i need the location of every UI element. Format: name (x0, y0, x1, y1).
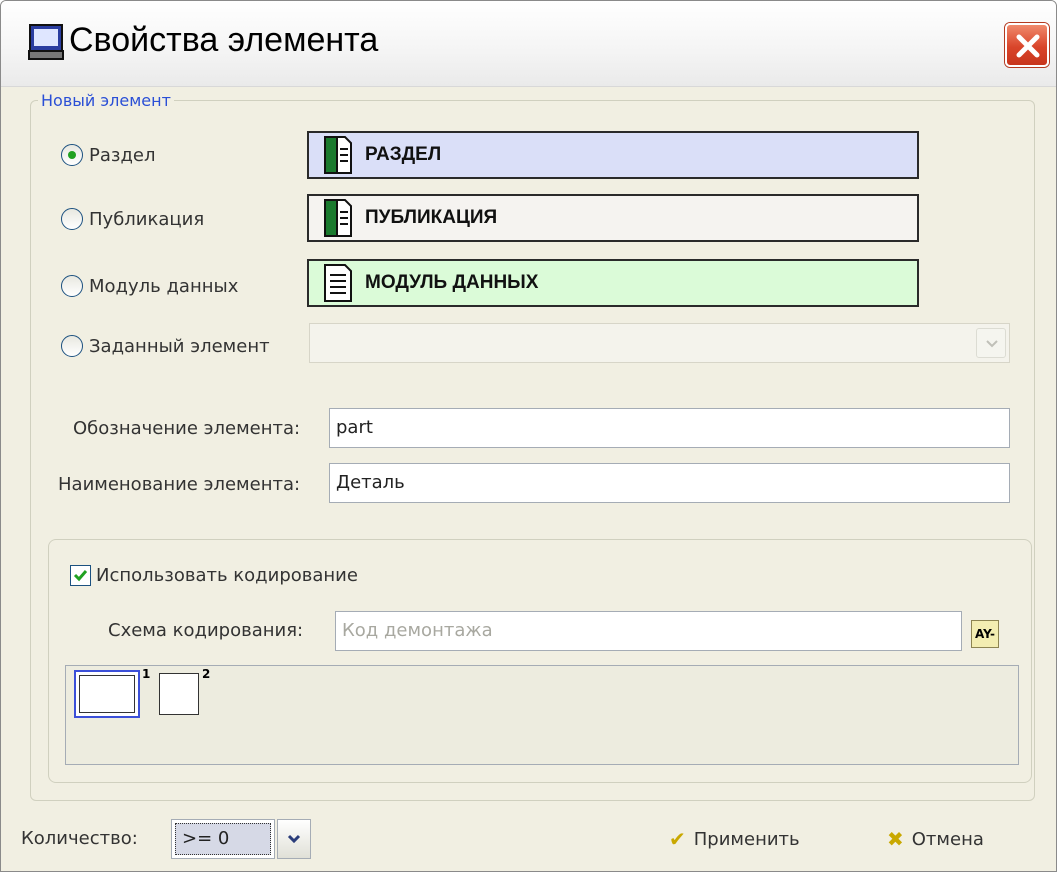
green-document-icon (324, 136, 352, 174)
scheme-label: Схема кодирования: (108, 620, 304, 641)
group-legend: Новый элемент (38, 91, 174, 110)
checkmark-icon (73, 570, 88, 582)
quantity-label: Количество: (21, 828, 138, 849)
scheme-picker-button[interactable]: AY- (971, 620, 999, 648)
custom-element-select[interactable] (309, 323, 1010, 363)
dropdown-button[interactable] (976, 328, 1006, 358)
cancel-button[interactable]: ✖ Отмена (887, 827, 984, 851)
apply-button[interactable]: ✔ Применить (669, 827, 800, 851)
radio-button[interactable] (61, 144, 83, 166)
cross-icon: ✖ (887, 827, 904, 851)
code-cell[interactable] (159, 673, 199, 715)
radio-data-module[interactable]: Модуль данных (61, 275, 238, 297)
data-module-preview-box: МОДУЛЬ ДАННЫХ (307, 259, 919, 307)
chevron-down-icon (986, 340, 998, 348)
code-cell[interactable] (74, 670, 140, 718)
close-icon (1016, 34, 1040, 58)
section-preview-box: РАЗДЕЛ (307, 131, 919, 179)
radio-custom-element[interactable]: Заданный элемент (61, 335, 270, 357)
use-coding-label: Использовать кодирование (96, 565, 358, 586)
close-button[interactable] (1005, 23, 1049, 67)
radio-label: Модуль данных (89, 275, 239, 297)
radio-label: Заданный элемент (89, 335, 270, 357)
use-coding-checkbox[interactable] (70, 565, 91, 586)
radio-publication[interactable]: Публикация (61, 208, 204, 230)
cancel-label: Отмена (911, 828, 984, 850)
radio-button[interactable] (61, 208, 83, 230)
document-icon (324, 264, 352, 302)
designation-label: Обозначение элемента: (73, 418, 301, 439)
properties-dialog: Свойства элемента Новый элемент Раздел П… (0, 0, 1057, 872)
section-preview-text: РАЗДЕЛ (365, 144, 442, 165)
quantity-value: >= 0 (175, 823, 271, 855)
chevron-down-icon (287, 834, 301, 844)
cell-index: 2 (202, 667, 211, 681)
name-input[interactable]: Деталь (329, 463, 1010, 503)
computer-icon (28, 24, 64, 60)
radio-button[interactable] (61, 275, 83, 297)
quantity-dropdown-button[interactable] (277, 819, 311, 859)
designation-input[interactable]: part (329, 408, 1010, 448)
radio-label: Публикация (89, 208, 205, 230)
check-icon: ✔ (669, 827, 686, 851)
publication-preview-box: ПУБЛИКАЦИЯ (307, 194, 919, 242)
title-bar[interactable]: Свойства элемента (1, 1, 1056, 87)
scheme-input[interactable]: Код демонтажа (335, 611, 962, 651)
data-module-preview-text: МОДУЛЬ ДАННЫХ (365, 272, 539, 293)
publication-preview-text: ПУБЛИКАЦИЯ (365, 207, 498, 228)
radio-label: Раздел (89, 144, 156, 166)
cell-index: 1 (142, 667, 151, 681)
quantity-select[interactable]: >= 0 (171, 819, 275, 859)
radio-section[interactable]: Раздел (61, 144, 155, 166)
apply-label: Применить (693, 828, 800, 850)
radio-button[interactable] (61, 335, 83, 357)
dialog-title: Свойства элемента (69, 21, 379, 59)
green-document-icon (324, 199, 352, 237)
name-label: Наименование элемента: (58, 474, 301, 495)
